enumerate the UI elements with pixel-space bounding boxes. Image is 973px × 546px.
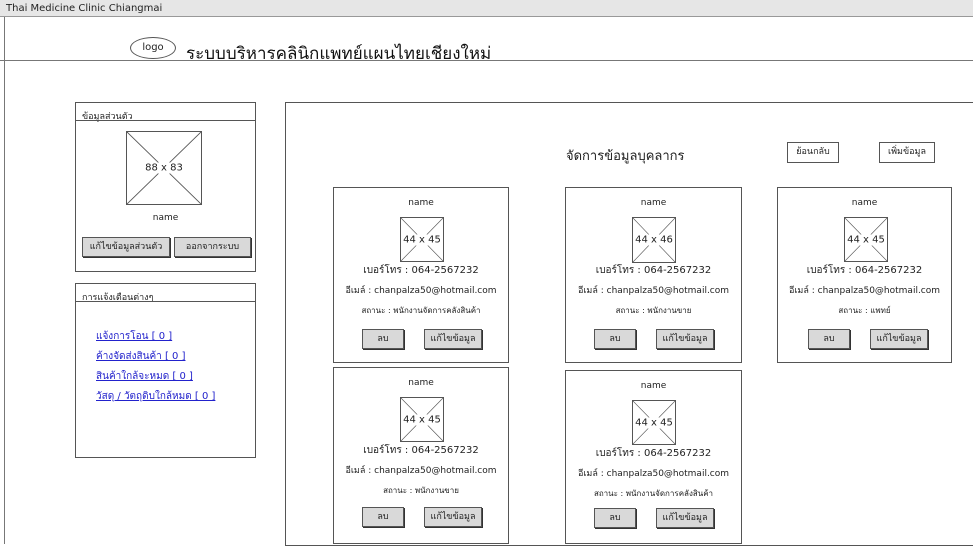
panel-divider bbox=[76, 301, 255, 302]
profile-name: name bbox=[152, 213, 179, 223]
edit-profile-button[interactable]: แก้ไขข้อมูลส่วนตัว bbox=[82, 237, 170, 257]
employee-photo: 44 x 46 bbox=[632, 217, 676, 263]
employee-photo: 44 x 45 bbox=[400, 397, 444, 442]
employee-status: สถานะ : พนักงานขาย bbox=[383, 486, 459, 495]
edit-button[interactable]: แก้ไขข้อมูล bbox=[424, 507, 482, 527]
notify-link-transfer[interactable]: แจ้งการโอน [ 0 ] bbox=[96, 329, 172, 344]
employee-card: name 44 x 45 เบอร์โทร : 064-2567232 อีเม… bbox=[565, 370, 742, 544]
panel-divider bbox=[76, 120, 255, 121]
delete-button[interactable]: ลบ bbox=[362, 507, 404, 527]
avatar: 88 x 83 bbox=[126, 131, 202, 205]
employee-status: สถานะ : พนักงานขาย bbox=[615, 306, 692, 315]
delete-button[interactable]: ลบ bbox=[594, 329, 636, 349]
employee-phone: เบอร์โทร : 064-2567232 bbox=[595, 265, 712, 276]
delete-button[interactable]: ลบ bbox=[362, 329, 404, 349]
employee-card: name 44 x 45 เบอร์โทร : 064-2567232 อีเม… bbox=[333, 187, 509, 363]
employee-card: name 44 x 45 เบอร์โทร : 064-2567232 อีเม… bbox=[333, 367, 509, 544]
employee-phone: เบอร์โทร : 064-2567232 bbox=[363, 445, 479, 456]
employee-name: name bbox=[640, 381, 667, 391]
window-titlebar: Thai Medicine Clinic Chiangmai bbox=[0, 0, 973, 17]
logo: logo bbox=[130, 37, 176, 59]
photo-size-label: 44 x 45 bbox=[845, 234, 887, 245]
logout-button[interactable]: ออกจากระบบ bbox=[174, 237, 251, 257]
delete-button[interactable]: ลบ bbox=[808, 329, 850, 349]
employee-status: สถานะ : พนักงานจัดการคลังสินค้า bbox=[361, 306, 481, 315]
employee-card: name 44 x 45 เบอร์โทร : 064-2567232 อีเม… bbox=[777, 187, 952, 363]
employee-name: name bbox=[408, 378, 434, 388]
employee-name: name bbox=[408, 198, 434, 208]
employee-card: name 44 x 46 เบอร์โทร : 064-2567232 อีเม… bbox=[565, 187, 742, 363]
edit-button[interactable]: แก้ไขข้อมูล bbox=[656, 508, 714, 528]
employee-email: อีเมล์ : chanpalza50@hotmail.com bbox=[345, 466, 497, 476]
avatar-size-label: 88 x 83 bbox=[127, 162, 201, 174]
employee-name: name bbox=[851, 198, 878, 208]
app-title: ระบบบริหารคลินิกแพทย์แผนไทยเชียงใหม่ bbox=[186, 44, 492, 64]
photo-size-label: 44 x 46 bbox=[633, 234, 675, 246]
back-button[interactable]: ย้อนกลับ bbox=[787, 142, 839, 163]
photo-size-label: 44 x 45 bbox=[401, 234, 443, 245]
employee-photo: 44 x 45 bbox=[400, 217, 444, 262]
employee-phone: เบอร์โทร : 064-2567232 bbox=[806, 265, 923, 276]
employee-status: สถานะ : พนักงานจัดการคลังสินค้า bbox=[593, 489, 714, 498]
edit-button[interactable]: แก้ไขข้อมูล bbox=[424, 329, 482, 349]
notify-link-low-material[interactable]: วัสดุ / วัตถุดิบใกล้หมด [ 0 ] bbox=[96, 389, 215, 404]
page-title: จัดการข้อมูลบุคลากร bbox=[566, 149, 685, 164]
profile-panel: ข้อมูลส่วนตัว 88 x 83 name แก้ไขข้อมูลส่… bbox=[75, 102, 256, 272]
employee-email: อีเมล์ : chanpalza50@hotmail.com bbox=[577, 469, 730, 479]
notify-link-pending-shipment[interactable]: ค้างจัดส่งสินค้า [ 0 ] bbox=[96, 349, 185, 364]
employee-email: อีเมล์ : chanpalza50@hotmail.com bbox=[345, 286, 497, 296]
photo-size-label: 44 x 45 bbox=[633, 417, 675, 428]
employee-photo: 44 x 45 bbox=[632, 400, 676, 445]
employee-email: อีเมล์ : chanpalza50@hotmail.com bbox=[788, 286, 941, 296]
delete-button[interactable]: ลบ bbox=[594, 508, 636, 528]
frame-border bbox=[4, 17, 5, 544]
header-divider bbox=[0, 60, 973, 61]
employee-email: อีเมล์ : chanpalza50@hotmail.com bbox=[577, 286, 730, 296]
employee-status: สถานะ : แพทย์ bbox=[838, 306, 891, 315]
edit-button[interactable]: แก้ไขข้อมูล bbox=[656, 329, 714, 349]
window-title: Thai Medicine Clinic Chiangmai bbox=[6, 3, 163, 14]
edit-button[interactable]: แก้ไขข้อมูล bbox=[870, 329, 928, 349]
employee-name: name bbox=[640, 198, 667, 208]
photo-size-label: 44 x 45 bbox=[401, 414, 443, 425]
employee-photo: 44 x 45 bbox=[844, 217, 888, 262]
add-button[interactable]: เพิ่มข้อมูล bbox=[879, 142, 935, 163]
notification-panel: การแจ้งเตือนต่างๆ แจ้งการโอน [ 0 ] ค้างจ… bbox=[75, 283, 256, 458]
employee-phone: เบอร์โทร : 064-2567232 bbox=[595, 448, 712, 459]
employee-phone: เบอร์โทร : 064-2567232 bbox=[363, 265, 479, 276]
notify-link-low-stock[interactable]: สินค้าใกล้จะหมด [ 0 ] bbox=[96, 369, 193, 384]
